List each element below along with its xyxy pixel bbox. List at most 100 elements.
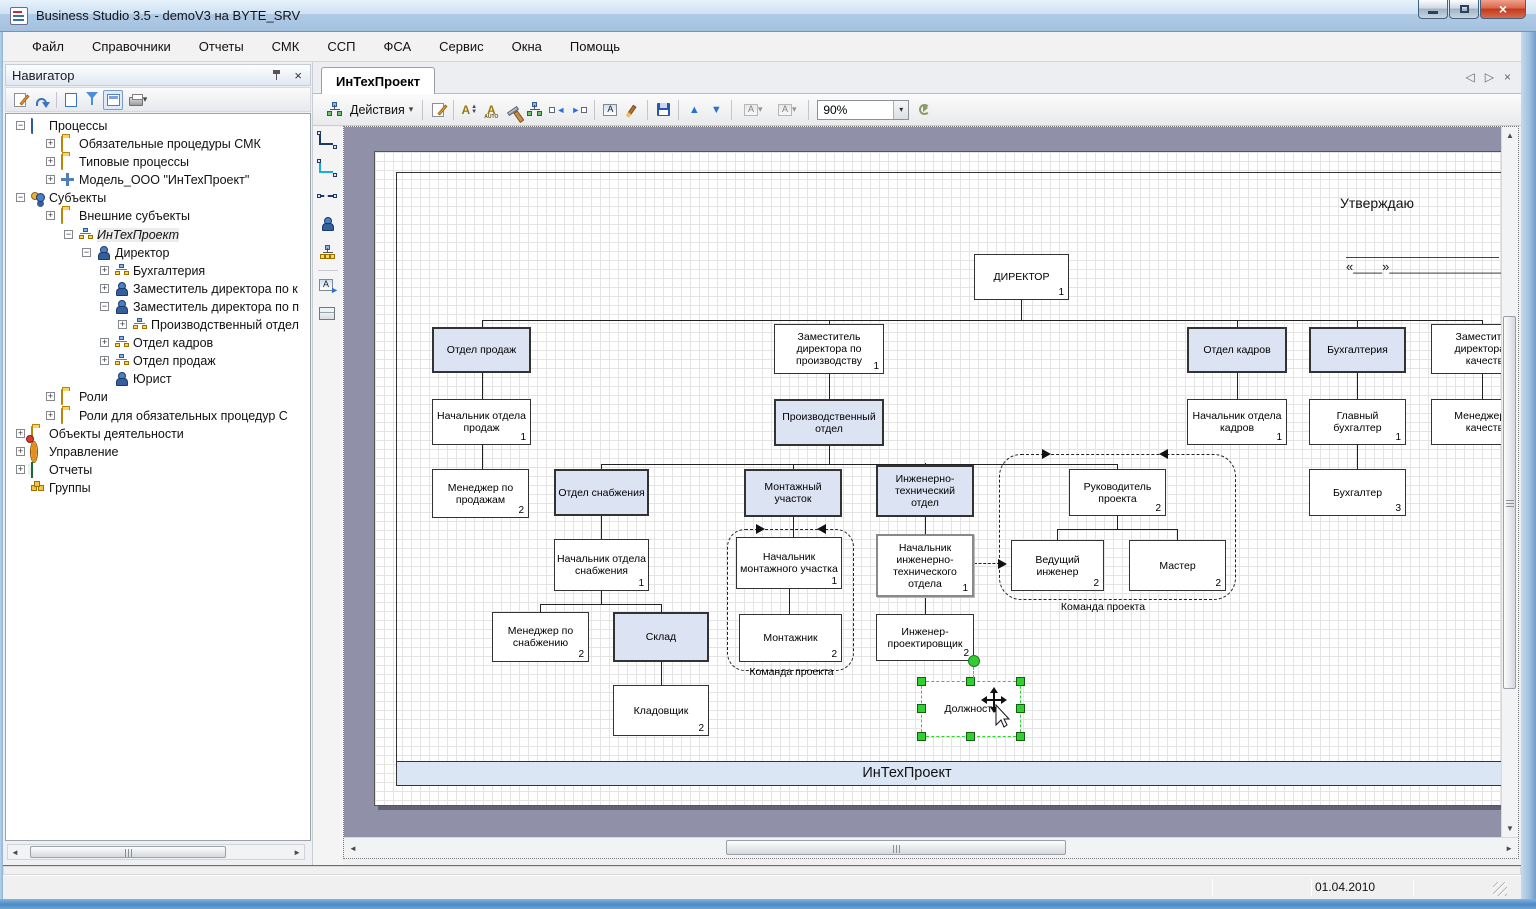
position-box[interactable]: Монтажник2 (739, 614, 842, 662)
expand-icon[interactable]: + (46, 411, 55, 420)
tree-item[interactable]: −Директор (6, 244, 310, 262)
selection-handle[interactable] (966, 732, 975, 741)
tab-next-icon[interactable]: ▷ (1485, 70, 1494, 84)
prev-diagram-icon[interactable]: ▾ (738, 101, 768, 119)
scroll-thumb[interactable] (1503, 316, 1516, 689)
resize-grip[interactable] (1493, 882, 1507, 896)
menu-item-1[interactable]: Справочники (81, 34, 182, 59)
next-diagram-icon[interactable]: ▾ (772, 101, 802, 119)
position-box[interactable]: Кладовщик2 (613, 685, 709, 736)
tree-item-label[interactable]: Отдел кадров (133, 336, 213, 350)
minimize-button[interactable] (1418, 0, 1448, 19)
position-box[interactable]: Руководитель проекта2 (1069, 469, 1166, 516)
go-to-icon[interactable] (31, 90, 51, 110)
print-icon[interactable]: ▾ (124, 90, 152, 110)
tree-item-label[interactable]: Субъекты (49, 191, 106, 205)
tree-item-label[interactable]: Отчеты (49, 463, 92, 477)
dashed-connector-icon[interactable] (317, 186, 339, 208)
menu-item-0[interactable]: Файл (21, 34, 75, 59)
menu-item-4[interactable]: ССП (316, 34, 366, 59)
tree-item[interactable]: Юрист (6, 370, 310, 388)
navigator-close-icon[interactable]: × (294, 68, 302, 83)
collapse-icon[interactable]: − (16, 193, 25, 202)
connection-point[interactable] (968, 655, 980, 667)
tree-item[interactable]: − Субъекты (6, 189, 310, 207)
tree-item[interactable]: +Роли для обязательных процедур С (6, 407, 310, 425)
position-box[interactable]: Главный бухгалтер1 (1309, 399, 1406, 445)
canvas-hscrollbar[interactable]: ◄ ► (344, 837, 1518, 858)
position-box[interactable]: Начальник отдела продаж1 (432, 399, 531, 445)
maximize-button[interactable] (1449, 0, 1479, 19)
department-box[interactable]: Склад (613, 612, 709, 662)
tree-item-label[interactable]: Внешние субъекты (79, 209, 190, 223)
tree-item[interactable]: −Процессы (6, 117, 310, 135)
position-box[interactable]: Заместитель директора по качеству (1431, 324, 1501, 374)
selection-handle[interactable] (917, 704, 926, 713)
department-box[interactable]: Бухгалтерия (1309, 327, 1406, 373)
expand-icon[interactable]: + (16, 447, 25, 456)
move-up-icon[interactable]: ▲ (685, 101, 703, 119)
expand-icon[interactable]: + (100, 356, 109, 365)
position-box[interactable]: ДИРЕКТОР1 (974, 254, 1069, 300)
position-box[interactable]: Начальник отдела кадров1 (1187, 399, 1287, 445)
selection-handle[interactable] (1016, 704, 1025, 713)
pin-icon[interactable] (270, 68, 284, 82)
tree-item[interactable]: + Отдел кадров (6, 334, 310, 352)
callout-shape-icon[interactable]: ► (317, 275, 339, 297)
position-box[interactable]: Начальник инженерно-технического отдела1 (876, 534, 974, 597)
tree-item[interactable]: −Заместитель директора по п (6, 298, 310, 316)
tree-item[interactable]: +Обязательные процедуры СМК (6, 135, 310, 153)
expand-icon[interactable]: + (46, 175, 55, 184)
tree-item-label[interactable]: ИнТехПроект (97, 228, 179, 242)
expand-icon[interactable]: + (46, 392, 55, 401)
tree-item[interactable]: + Управление (6, 443, 310, 461)
edit-icon[interactable] (10, 90, 30, 110)
collapse-icon[interactable]: − (64, 230, 73, 239)
tree-item-label[interactable]: Объекты деятельности (49, 427, 184, 441)
expand-icon[interactable]: + (100, 338, 109, 347)
tab-prev-icon[interactable]: ◁ (1466, 70, 1475, 84)
close-button[interactable]: × (1480, 0, 1526, 19)
tree-item-label[interactable]: Бухгалтерия (133, 264, 205, 278)
tree-item-label[interactable]: Заместитель директора по к (133, 282, 298, 296)
position-box[interactable]: Менеджер по продажам2 (432, 469, 529, 518)
tab-close-icon[interactable]: × (1504, 70, 1511, 84)
position-box[interactable]: Начальник монтажного участка1 (736, 537, 842, 589)
tree-item[interactable]: +Объекты деятельности (6, 425, 310, 443)
navigator-hscrollbar[interactable]: ◄ ► (7, 844, 305, 860)
export-image-icon[interactable] (601, 101, 619, 119)
filter-icon[interactable] (82, 90, 102, 110)
frame-shape-icon[interactable] (317, 303, 339, 325)
tree-item-label[interactable]: Управление (49, 445, 119, 459)
connector-colored-icon[interactable] (317, 158, 339, 180)
connector-icon[interactable] (317, 130, 339, 152)
scroll-thumb[interactable] (726, 840, 1066, 855)
expand-icon[interactable]: + (118, 320, 127, 329)
expand-icon[interactable]: + (100, 266, 109, 275)
tree-item[interactable]: Группы (6, 479, 310, 497)
menu-item-6[interactable]: Сервис (428, 34, 495, 59)
tree-item-label[interactable]: Отдел продаж (133, 354, 216, 368)
department-box[interactable]: Монтажный участок (744, 469, 842, 517)
expand-icon[interactable]: + (16, 465, 25, 474)
tree-item[interactable]: + Отдел продаж (6, 352, 310, 370)
tree-item-label[interactable]: Роли (79, 390, 108, 404)
tree-item[interactable]: +Типовые процессы (6, 153, 310, 171)
tree-item-label[interactable]: Юрист (133, 372, 172, 386)
tree-item[interactable]: + Роли (6, 388, 310, 406)
tree-item-label[interactable]: Типовые процессы (79, 155, 189, 169)
zoom-combobox[interactable]: 90% ▾ (817, 100, 909, 120)
menu-item-2[interactable]: Отчеты (188, 34, 255, 59)
menu-item-7[interactable]: Окна (501, 34, 553, 59)
tree-item[interactable]: +Производственный отдел (6, 316, 310, 334)
move-down-icon[interactable]: ▼ (707, 101, 725, 119)
menu-item-8[interactable]: Помощь (559, 34, 631, 59)
diagram-canvas[interactable]: ИнТехПроект Утверждаю «____»____________… (344, 127, 1501, 837)
tab-intehproekt[interactable]: ИнТехПроект (321, 67, 435, 94)
collapse-icon[interactable]: − (100, 302, 109, 311)
zoom-value[interactable]: 90% (818, 103, 893, 117)
tree-item-label[interactable]: Группы (49, 481, 91, 495)
scroll-thumb[interactable] (30, 846, 226, 858)
department-box[interactable]: Отдел снабжения (554, 469, 649, 516)
refresh-diagram-icon[interactable] (915, 101, 933, 119)
